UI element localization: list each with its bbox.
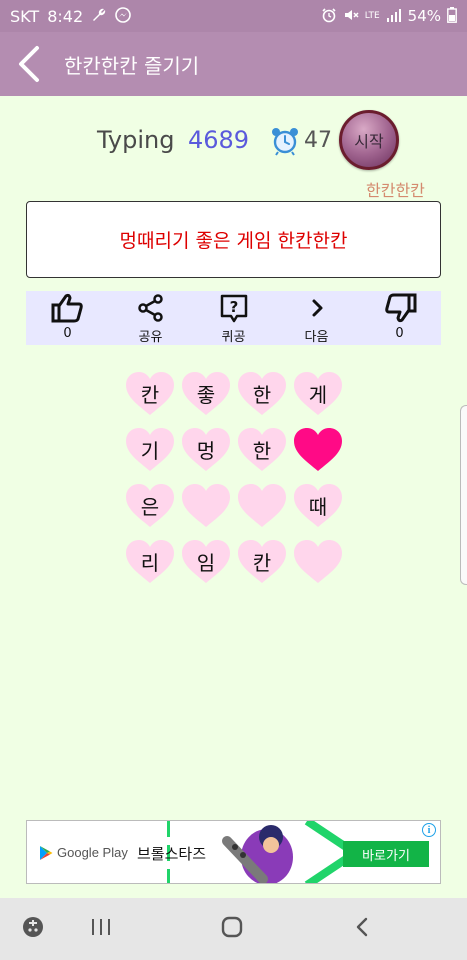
heart-tile[interactable]: 리 [122,535,178,591]
heart-icon [294,428,342,471]
ad-banner[interactable]: Google Play 브롤스타즈 바로가기 i [26,820,441,884]
system-nav-bar [0,898,467,960]
heart-tile[interactable] [290,423,346,479]
chevron-right-icon [312,299,322,317]
typing-label: Typing [97,126,175,154]
chevron-left-icon [19,46,39,82]
recent-apps-icon[interactable] [90,916,112,938]
heart-char: 리 [140,550,160,575]
heart-tile[interactable]: 기 [122,423,178,479]
heart-tile[interactable]: 좋 [178,367,234,423]
dislike-count: 0 [395,326,404,341]
typing-score: 4689 [188,126,250,154]
mute-icon [343,7,359,26]
heart-char: 임 [196,550,216,575]
quiz-label: 퀴공 [221,330,246,345]
game-name-label: 한칸한칸 [366,181,425,200]
heart-char: 한 [252,382,272,407]
signal-icon [386,8,402,25]
battery-percent: 54% [407,7,441,25]
wrench-icon [91,7,107,26]
back-button[interactable] [0,32,60,96]
heart-tile[interactable]: 한 [234,423,290,479]
clock: 8:42 [47,6,84,26]
heart-tile[interactable]: 때 [290,479,346,535]
next-button[interactable]: 다음 [275,291,358,345]
heart-char: 때 [308,494,328,519]
heart-tile[interactable] [178,479,234,535]
heart-char: 은 [140,494,160,519]
next-label: 다음 [304,330,329,345]
heart-char: 좋 [196,382,216,407]
heart-grid: 칸좋한게기멍한은때리임칸 [122,367,348,591]
ad-cta-label: 바로가기 [362,848,410,864]
quiz-icon: ? [220,294,247,323]
google-play-icon [40,846,53,860]
alarm-icon [321,7,337,26]
dislike-button[interactable]: 0 [358,291,441,345]
ad-info-label: i [427,824,431,836]
quiz-button[interactable]: ? 퀴공 [192,291,275,345]
carrier-label: SKT [10,6,40,26]
action-bar: 0 공유 ? 퀴공 다음 0 [26,291,441,345]
heart-char: 멍 [196,438,216,463]
heart-tile[interactable] [234,479,290,535]
share-icon [137,294,163,322]
store-name: Google Play [57,845,128,860]
heart-icon [294,540,342,583]
edge-panel-handle[interactable] [460,405,467,585]
heart-char: 기 [140,438,160,463]
thumbs-down-icon [384,293,416,323]
status-bar: SKT 8:42 LTE 54% [0,0,467,32]
like-count: 0 [63,326,72,341]
heart-char: 게 [308,382,328,407]
page-title: 한칸한칸 즐기기 [64,53,200,78]
app-bar: 한칸한칸 즐기기 [0,32,467,96]
start-button[interactable]: 시작 [339,110,399,170]
ad-info-icon[interactable]: i [422,823,436,837]
heart-tile[interactable]: 멍 [178,423,234,479]
thumbs-up-icon [51,293,83,323]
heart-icon [182,484,230,527]
timer-value: 47 [304,128,332,153]
nav-back-icon[interactable] [352,916,374,938]
heart-tile[interactable]: 임 [178,535,234,591]
heart-tile[interactable] [290,535,346,591]
alarm-clock-icon [270,126,300,160]
score-row: Typing 4689 47 시작 [0,110,467,170]
svg-text:?: ? [229,298,238,316]
ad-cta-button[interactable]: 바로가기 [343,841,429,867]
ad-title: 브롤스타즈 [137,845,207,863]
heart-tile[interactable]: 게 [290,367,346,423]
like-button[interactable]: 0 [26,291,109,345]
heart-tile[interactable]: 한 [234,367,290,423]
home-icon[interactable] [220,915,244,939]
heart-tile[interactable]: 칸 [122,367,178,423]
message-text: 멍때리기 좋은 게임 한칸한칸 [119,230,348,252]
heart-icon [238,484,286,527]
heart-char: 한 [252,438,272,463]
share-button[interactable]: 공유 [109,291,192,345]
game-launcher-icon[interactable] [22,916,44,938]
messenger-icon [115,6,131,26]
heart-tile[interactable]: 은 [122,479,178,535]
heart-char: 칸 [140,382,160,407]
message-box: 멍때리기 좋은 게임 한칸한칸 [26,201,441,278]
network-type: LTE [364,11,380,21]
heart-char: 칸 [252,550,272,575]
battery-icon [447,6,457,26]
share-label: 공유 [138,330,163,345]
heart-tile[interactable]: 칸 [234,535,290,591]
start-button-label: 시작 [354,132,384,151]
